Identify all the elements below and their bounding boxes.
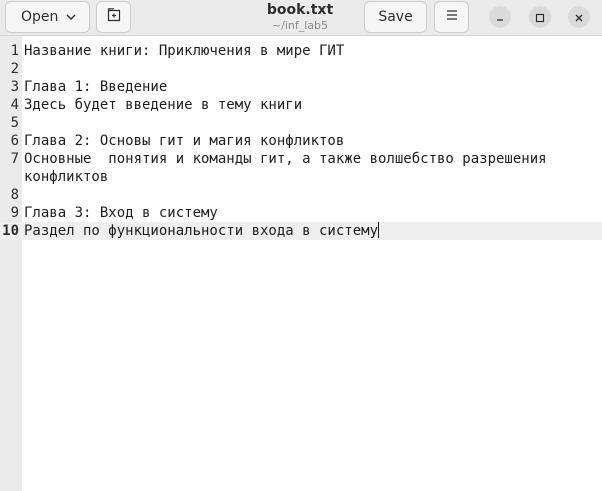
main-menu-button[interactable] [434, 1, 469, 33]
chevron-down-icon [65, 11, 77, 27]
editor-line-wrapped[interactable]: конфликтов [0, 168, 602, 186]
editor-line[interactable]: 2 [0, 60, 602, 78]
editor-line-current[interactable]: 10 Раздел по функциональности входа в си… [0, 222, 602, 240]
close-button[interactable] [568, 6, 590, 28]
line-text[interactable]: Глава 1: Введение [24, 78, 599, 96]
line-number: 10 [2, 223, 19, 239]
line-text[interactable]: конфликтов [24, 168, 599, 186]
line-number: 3 [10, 79, 19, 95]
text-cursor [378, 222, 380, 238]
line-number: 8 [10, 187, 19, 203]
line-text[interactable]: Глава 2: Основы гит и магия конфликтов [24, 132, 599, 150]
line-number: 9 [10, 205, 19, 221]
hamburger-menu-icon [445, 9, 459, 25]
line-number: 7 [10, 151, 19, 167]
editor-line[interactable]: 5 [0, 114, 602, 132]
maximize-icon [535, 8, 545, 27]
new-tab-icon [106, 7, 122, 27]
text-editor[interactable]: 1 Название книги: Приключения в мире ГИТ… [0, 36, 602, 491]
line-text-current[interactable]: Раздел по функциональности входа в систе… [24, 222, 599, 240]
minimize-icon [495, 8, 505, 27]
save-label: Save [378, 9, 413, 25]
line-text[interactable]: Основные понятия и команды гит, а также … [24, 150, 599, 168]
open-button[interactable]: Open [5, 1, 90, 33]
editor-line[interactable]: 4 Здесь будет введение в тему книги [0, 96, 602, 114]
line-number: 6 [10, 133, 19, 149]
maximize-button[interactable] [529, 6, 551, 28]
line-number: 2 [10, 61, 19, 77]
editor-line[interactable]: 7 Основные понятия и команды гит, а такж… [0, 150, 602, 168]
header-bar: Open book.txt ~/inf_lab5 Save [0, 0, 602, 36]
line-number: 5 [10, 115, 19, 131]
line-text: Раздел по функциональности входа в систе… [24, 223, 379, 239]
save-button[interactable]: Save [364, 1, 427, 33]
minimize-button[interactable] [489, 6, 511, 28]
editor-line[interactable]: 3 Глава 1: Введение [0, 78, 602, 96]
new-tab-button[interactable] [96, 1, 131, 33]
editor-line[interactable]: 1 Название книги: Приключения в мире ГИТ [0, 42, 602, 60]
line-number: 1 [10, 43, 19, 59]
line-text[interactable]: Название книги: Приключения в мире ГИТ [24, 42, 599, 60]
close-icon [574, 8, 584, 27]
editor-line[interactable]: 9 Глава 3: Вход в систему [0, 204, 602, 222]
line-number: 4 [10, 97, 19, 113]
line-text[interactable]: Глава 3: Вход в систему [24, 204, 599, 222]
editor-line[interactable]: 6 Глава 2: Основы гит и магия конфликтов [0, 132, 602, 150]
open-label: Open [21, 9, 59, 25]
line-text[interactable]: Здесь будет введение в тему книги [24, 96, 599, 114]
editor-line[interactable]: 8 [0, 186, 602, 204]
